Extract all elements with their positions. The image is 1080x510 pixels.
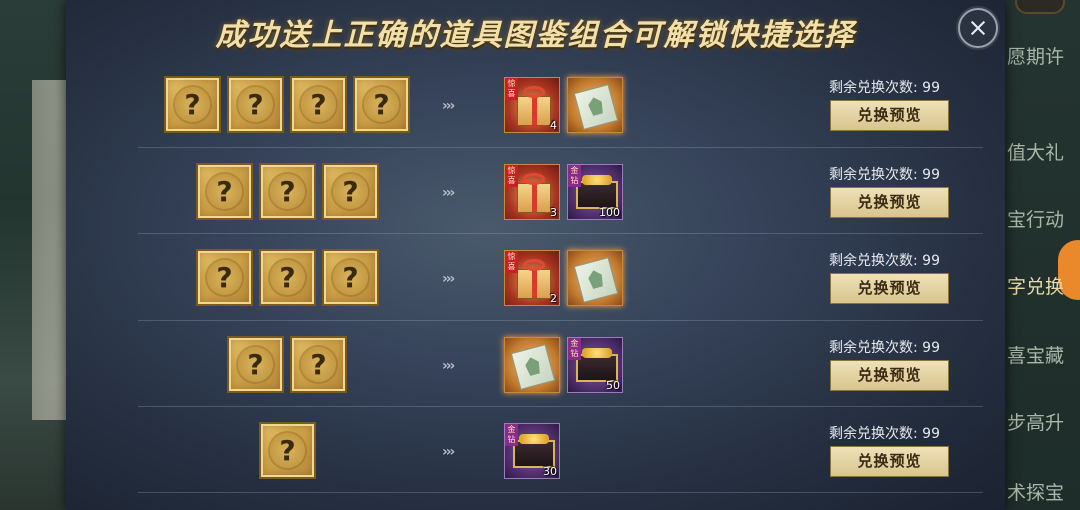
gift-box-icon	[517, 183, 551, 213]
ticket-icon	[573, 83, 619, 131]
exchange-row: ?? ››› 金钻 50 剩余兑换次数: 99 兑换预览	[66, 322, 1005, 408]
sidebar-item-6[interactable]: 步高升	[1005, 408, 1080, 435]
reward-item[interactable]: 金钻 100	[567, 164, 623, 220]
remaining-exchange-count: 剩余兑换次数: 99	[829, 253, 940, 269]
reward-item[interactable]: 惊喜 4	[504, 77, 560, 133]
treasure-chest-icon	[576, 348, 618, 382]
question-mark-icon: ?	[216, 175, 233, 208]
exchange-preview-button[interactable]: 兑换预览	[830, 187, 949, 218]
mystery-item-slot[interactable]: ?	[259, 163, 316, 220]
exchange-row: ??? ››› 惊喜 3 金钻 100 剩余兑换次数: 99 兑换预览	[66, 149, 1005, 235]
sidebar-item-4[interactable]: 字兑换	[1005, 272, 1080, 299]
reward-tag: 惊喜	[505, 251, 518, 273]
exchange-preview-button[interactable]: 兑换预览	[830, 446, 949, 477]
question-mark-icon: ?	[310, 88, 327, 121]
row-divider	[138, 233, 983, 234]
reward-quantity: 50	[606, 379, 620, 392]
reward-quantity: 4	[550, 119, 557, 132]
arrow-right-icon: ›››	[442, 358, 455, 374]
mystery-item-slot[interactable]: ?	[227, 336, 284, 393]
gift-box-icon	[517, 269, 551, 299]
question-mark-icon: ?	[342, 261, 359, 294]
gift-box-icon	[517, 96, 551, 126]
row-divider	[138, 320, 983, 321]
top-right-badge	[1015, 0, 1065, 14]
row-divider	[138, 492, 983, 493]
reward-item[interactable]: 金钻 50	[567, 337, 623, 393]
reward-item[interactable]: 金钻 30	[504, 423, 560, 479]
sidebar-item-5[interactable]: 喜宝藏	[1005, 341, 1080, 368]
mystery-item-slot[interactable]: ?	[290, 336, 347, 393]
row-divider	[138, 147, 983, 148]
question-mark-icon: ?	[279, 434, 296, 467]
reward-tag: 金钻	[568, 338, 581, 360]
reward-tag: 惊喜	[505, 78, 518, 100]
mystery-item-slot[interactable]: ?	[353, 76, 410, 133]
background-left	[0, 0, 66, 510]
dialog-title: 成功送上正确的道具图鉴组合可解锁快捷选择	[215, 18, 856, 53]
row-divider	[138, 406, 983, 407]
exchange-preview-button[interactable]: 兑换预览	[830, 100, 949, 131]
reward-tag: 金钻	[505, 424, 518, 446]
mystery-item-slot[interactable]: ?	[322, 163, 379, 220]
sidebar-item-7[interactable]: 术探宝	[1005, 478, 1080, 505]
reward-item[interactable]	[567, 250, 623, 306]
background-scroll	[32, 80, 66, 420]
exchange-row: ???? ››› 惊喜 4 剩余兑换次数: 99 兑换预览	[66, 62, 1005, 148]
sidebar-item-2[interactable]: 值大礼	[1005, 138, 1080, 165]
arrow-right-icon: ›››	[442, 271, 455, 287]
reward-item[interactable]: 惊喜 2	[504, 250, 560, 306]
mystery-item-slot[interactable]: ?	[259, 249, 316, 306]
remaining-exchange-count: 剩余兑换次数: 99	[829, 80, 940, 96]
reward-quantity: 100	[599, 206, 620, 219]
ticket-icon	[573, 256, 619, 304]
question-mark-icon: ?	[247, 88, 264, 121]
mystery-item-slot[interactable]: ?	[196, 249, 253, 306]
sidebar-item-3[interactable]: 宝行动	[1005, 205, 1080, 232]
question-mark-icon: ?	[310, 348, 327, 381]
exchange-preview-button[interactable]: 兑换预览	[830, 360, 949, 391]
reward-quantity: 3	[550, 206, 557, 219]
question-mark-icon: ?	[373, 88, 390, 121]
mystery-item-slot[interactable]: ?	[164, 76, 221, 133]
arrow-right-icon: ›››	[442, 98, 455, 114]
question-mark-icon: ?	[342, 175, 359, 208]
exchange-row: ? ››› 金钻 30 剩余兑换次数: 99 兑换预览	[66, 408, 1005, 494]
question-mark-icon: ?	[279, 175, 296, 208]
sidebar-item-1[interactable]: 愿期许	[1005, 42, 1080, 69]
remaining-exchange-count: 剩余兑换次数: 99	[829, 426, 940, 442]
treasure-chest-icon	[576, 175, 618, 209]
mystery-item-slot[interactable]: ?	[322, 249, 379, 306]
gift-bow-icon	[523, 173, 545, 185]
gift-bow-icon	[523, 259, 545, 271]
treasure-chest-icon	[513, 434, 555, 468]
arrow-right-icon: ›››	[442, 185, 455, 201]
reward-quantity: 2	[550, 292, 557, 305]
reward-item[interactable]	[504, 337, 560, 393]
question-mark-icon: ?	[247, 348, 264, 381]
question-mark-icon: ?	[184, 88, 201, 121]
exchange-row: ??? ››› 惊喜 2 剩余兑换次数: 99 兑换预览	[66, 235, 1005, 321]
question-mark-icon: ?	[216, 261, 233, 294]
reward-tag: 金钻	[568, 165, 581, 187]
mystery-item-slot[interactable]: ?	[227, 76, 284, 133]
reward-item[interactable]	[567, 77, 623, 133]
exchange-dialog: 成功送上正确的道具图鉴组合可解锁快捷选择 ???? ››› 惊喜 4 剩余兑换次数: 9…	[66, 0, 1005, 510]
mystery-item-slot[interactable]: ?	[196, 163, 253, 220]
reward-tag: 惊喜	[505, 165, 518, 187]
remaining-exchange-count: 剩余兑换次数: 99	[829, 167, 940, 183]
mystery-item-slot[interactable]: ?	[290, 76, 347, 133]
ticket-icon	[510, 343, 556, 391]
question-mark-icon: ?	[279, 261, 296, 294]
close-button[interactable]	[958, 8, 998, 48]
reward-item[interactable]: 惊喜 3	[504, 164, 560, 220]
reward-quantity: 30	[543, 465, 557, 478]
remaining-exchange-count: 剩余兑换次数: 99	[829, 340, 940, 356]
exchange-preview-button[interactable]: 兑换预览	[830, 273, 949, 304]
arrow-right-icon: ›››	[442, 444, 455, 460]
gift-bow-icon	[523, 86, 545, 98]
mystery-item-slot[interactable]: ?	[259, 422, 316, 479]
